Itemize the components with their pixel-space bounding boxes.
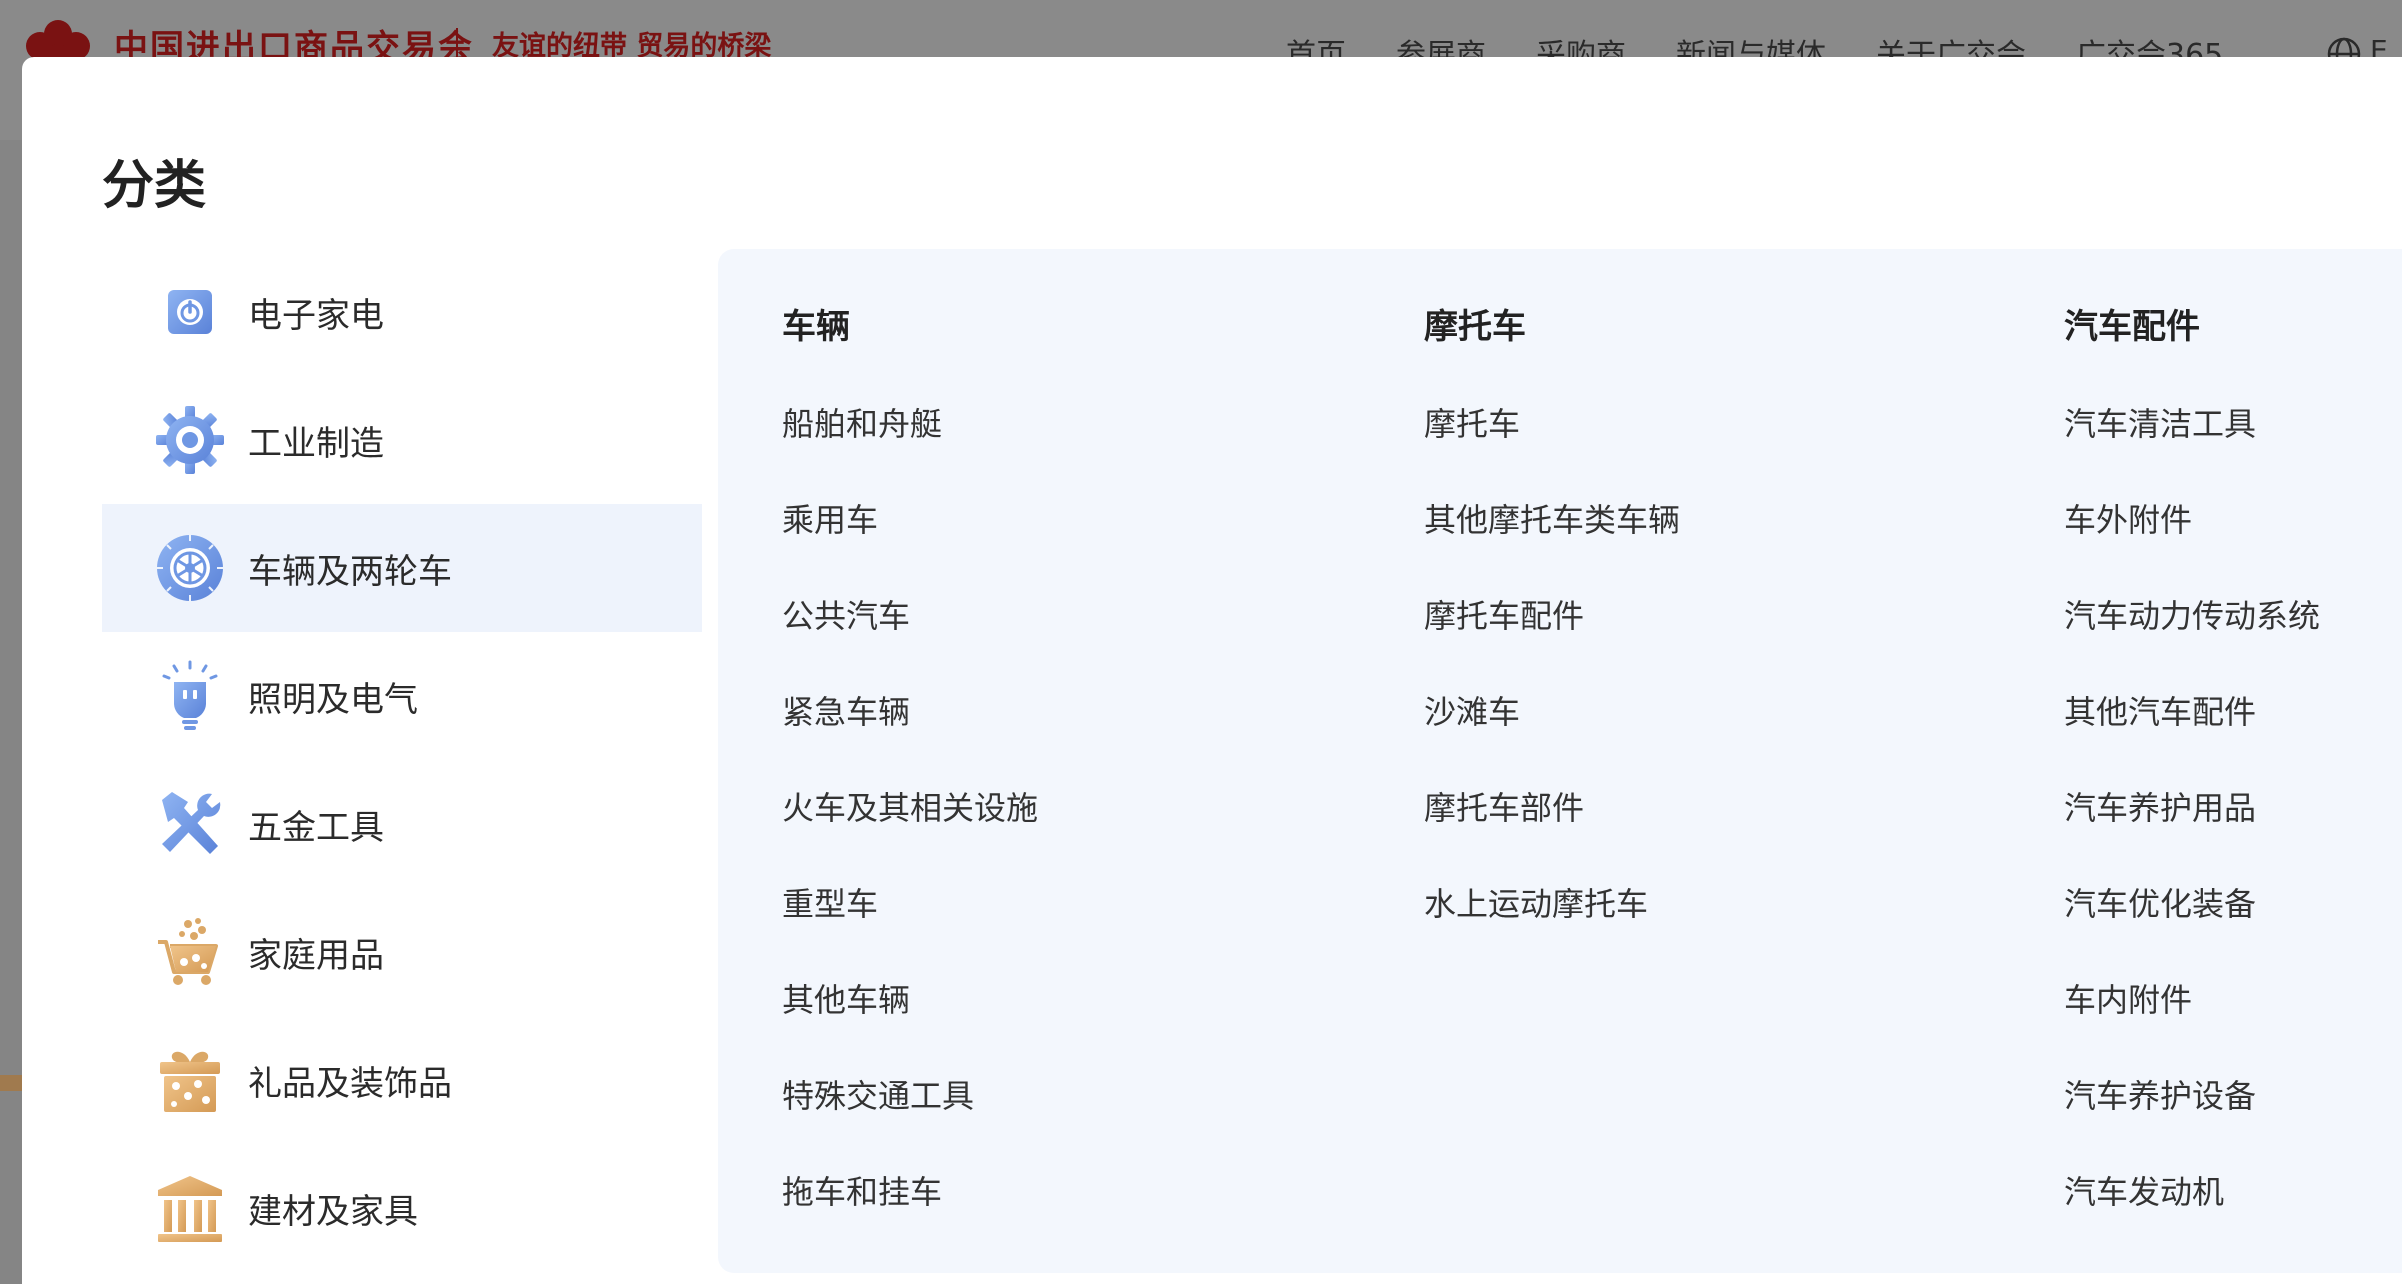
subcategory-link[interactable]: 摩托车配件 [1424,591,1680,687]
subcategory-link[interactable]: 汽车清洁工具 [2064,399,2320,495]
category-item-gifts[interactable]: 礼品及装饰品 [102,1016,702,1144]
category-item-electronics[interactable]: 电子家电 [102,248,702,376]
category-label: 家庭用品 [248,935,384,976]
subcategory-link[interactable]: 汽车动力传动系统 [2064,591,2320,687]
subcategory-link[interactable]: 汽车养护设备 [2064,1071,2320,1167]
subcategory-link[interactable]: 车外附件 [2064,495,2320,591]
subcategory-link[interactable]: 水上运动摩托车 [1424,879,1680,975]
category-item-industrial[interactable]: 工业制造 [102,376,702,504]
subcategory-link[interactable]: 特殊交通工具 [782,1071,1038,1167]
background-accent [0,1075,22,1091]
subcategory-list: 船舶和舟艇 乘用车 公共汽车 紧急车辆 火车及其相关设施 重型车 其他车辆 特殊… [782,399,1038,1263]
subcategory-link[interactable]: 摩托车部件 [1424,783,1680,879]
category-item-vehicles[interactable]: 车辆及两轮车 [102,504,702,632]
subcategory-link[interactable]: 船舶和舟艇 [782,399,1038,495]
subcategory-link[interactable]: 沙滩车 [1424,687,1680,783]
subcategory-link[interactable]: 公共汽车 [782,591,1038,687]
modal-title: 分类 [102,156,207,216]
subcategory-link[interactable]: 汽车发动机 [2064,1167,2320,1263]
background-page [0,140,22,1284]
subcategory-link[interactable]: 重型车 [782,879,1038,975]
category-label: 工业制造 [248,423,384,464]
subcategory-link[interactable]: 汽车养护用品 [2064,783,2320,879]
building-pillars-icon [158,1176,222,1242]
subcategory-heading[interactable]: 汽车配件 [2064,299,2200,348]
light-bulb-icon [162,660,218,730]
category-label: 建材及家具 [248,1191,418,1232]
category-label: 车辆及两轮车 [248,551,452,592]
category-item-building-materials[interactable]: 建材及家具 [102,1144,702,1272]
category-list: 电子家电 工业制造 车辆及两轮车 照明及电气 五金工具 家庭用品 礼品及装饰品 … [102,248,702,1272]
category-label: 电子家电 [248,295,384,336]
category-modal: 分类 电子家电 工业制造 车辆及两轮车 照明及电气 五金工具 家庭用品 礼品及装… [22,57,2402,1284]
subcategory-link[interactable]: 乘用车 [782,495,1038,591]
category-item-home-goods[interactable]: 家庭用品 [102,888,702,1016]
category-item-lighting[interactable]: 照明及电气 [102,632,702,760]
subcategory-link[interactable]: 紧急车辆 [782,687,1038,783]
subcategory-link[interactable]: 拖车和挂车 [782,1167,1038,1263]
subcategory-list: 摩托车 其他摩托车类车辆 摩托车配件 沙滩车 摩托车部件 水上运动摩托车 [1424,399,1680,975]
header-divider [456,28,458,58]
subcategory-link[interactable]: 摩托车 [1424,399,1680,495]
gear-icon [156,406,224,474]
subcategory-link[interactable]: 火车及其相关设施 [782,783,1038,879]
category-label: 礼品及装饰品 [248,1063,452,1104]
chip-power-icon [156,278,224,346]
category-item-hardware[interactable]: 五金工具 [102,760,702,888]
subcategory-link[interactable]: 其他摩托车类车辆 [1424,495,1680,591]
subcategory-link[interactable]: 汽车优化装备 [2064,879,2320,975]
subcategory-panel: 车辆 船舶和舟艇 乘用车 公共汽车 紧急车辆 火车及其相关设施 重型车 其他车辆… [718,249,2402,1273]
subcategory-link[interactable]: 其他汽车配件 [2064,687,2320,783]
subcategory-heading[interactable]: 车辆 [782,299,850,348]
shopping-basket-icon [158,918,218,985]
subcategory-link[interactable]: 车内附件 [2064,975,2320,1071]
tools-icon [162,792,221,854]
category-label: 照明及电气 [248,679,418,720]
subcategory-link[interactable]: 其他车辆 [782,975,1038,1071]
subcategory-heading[interactable]: 摩托车 [1424,299,1526,348]
subcategory-list: 汽车清洁工具 车外附件 汽车动力传动系统 其他汽车配件 汽车养护用品 汽车优化装… [2064,399,2320,1263]
gift-icon [160,1051,220,1112]
wheel-icon [157,535,223,601]
category-label: 五金工具 [248,807,384,848]
